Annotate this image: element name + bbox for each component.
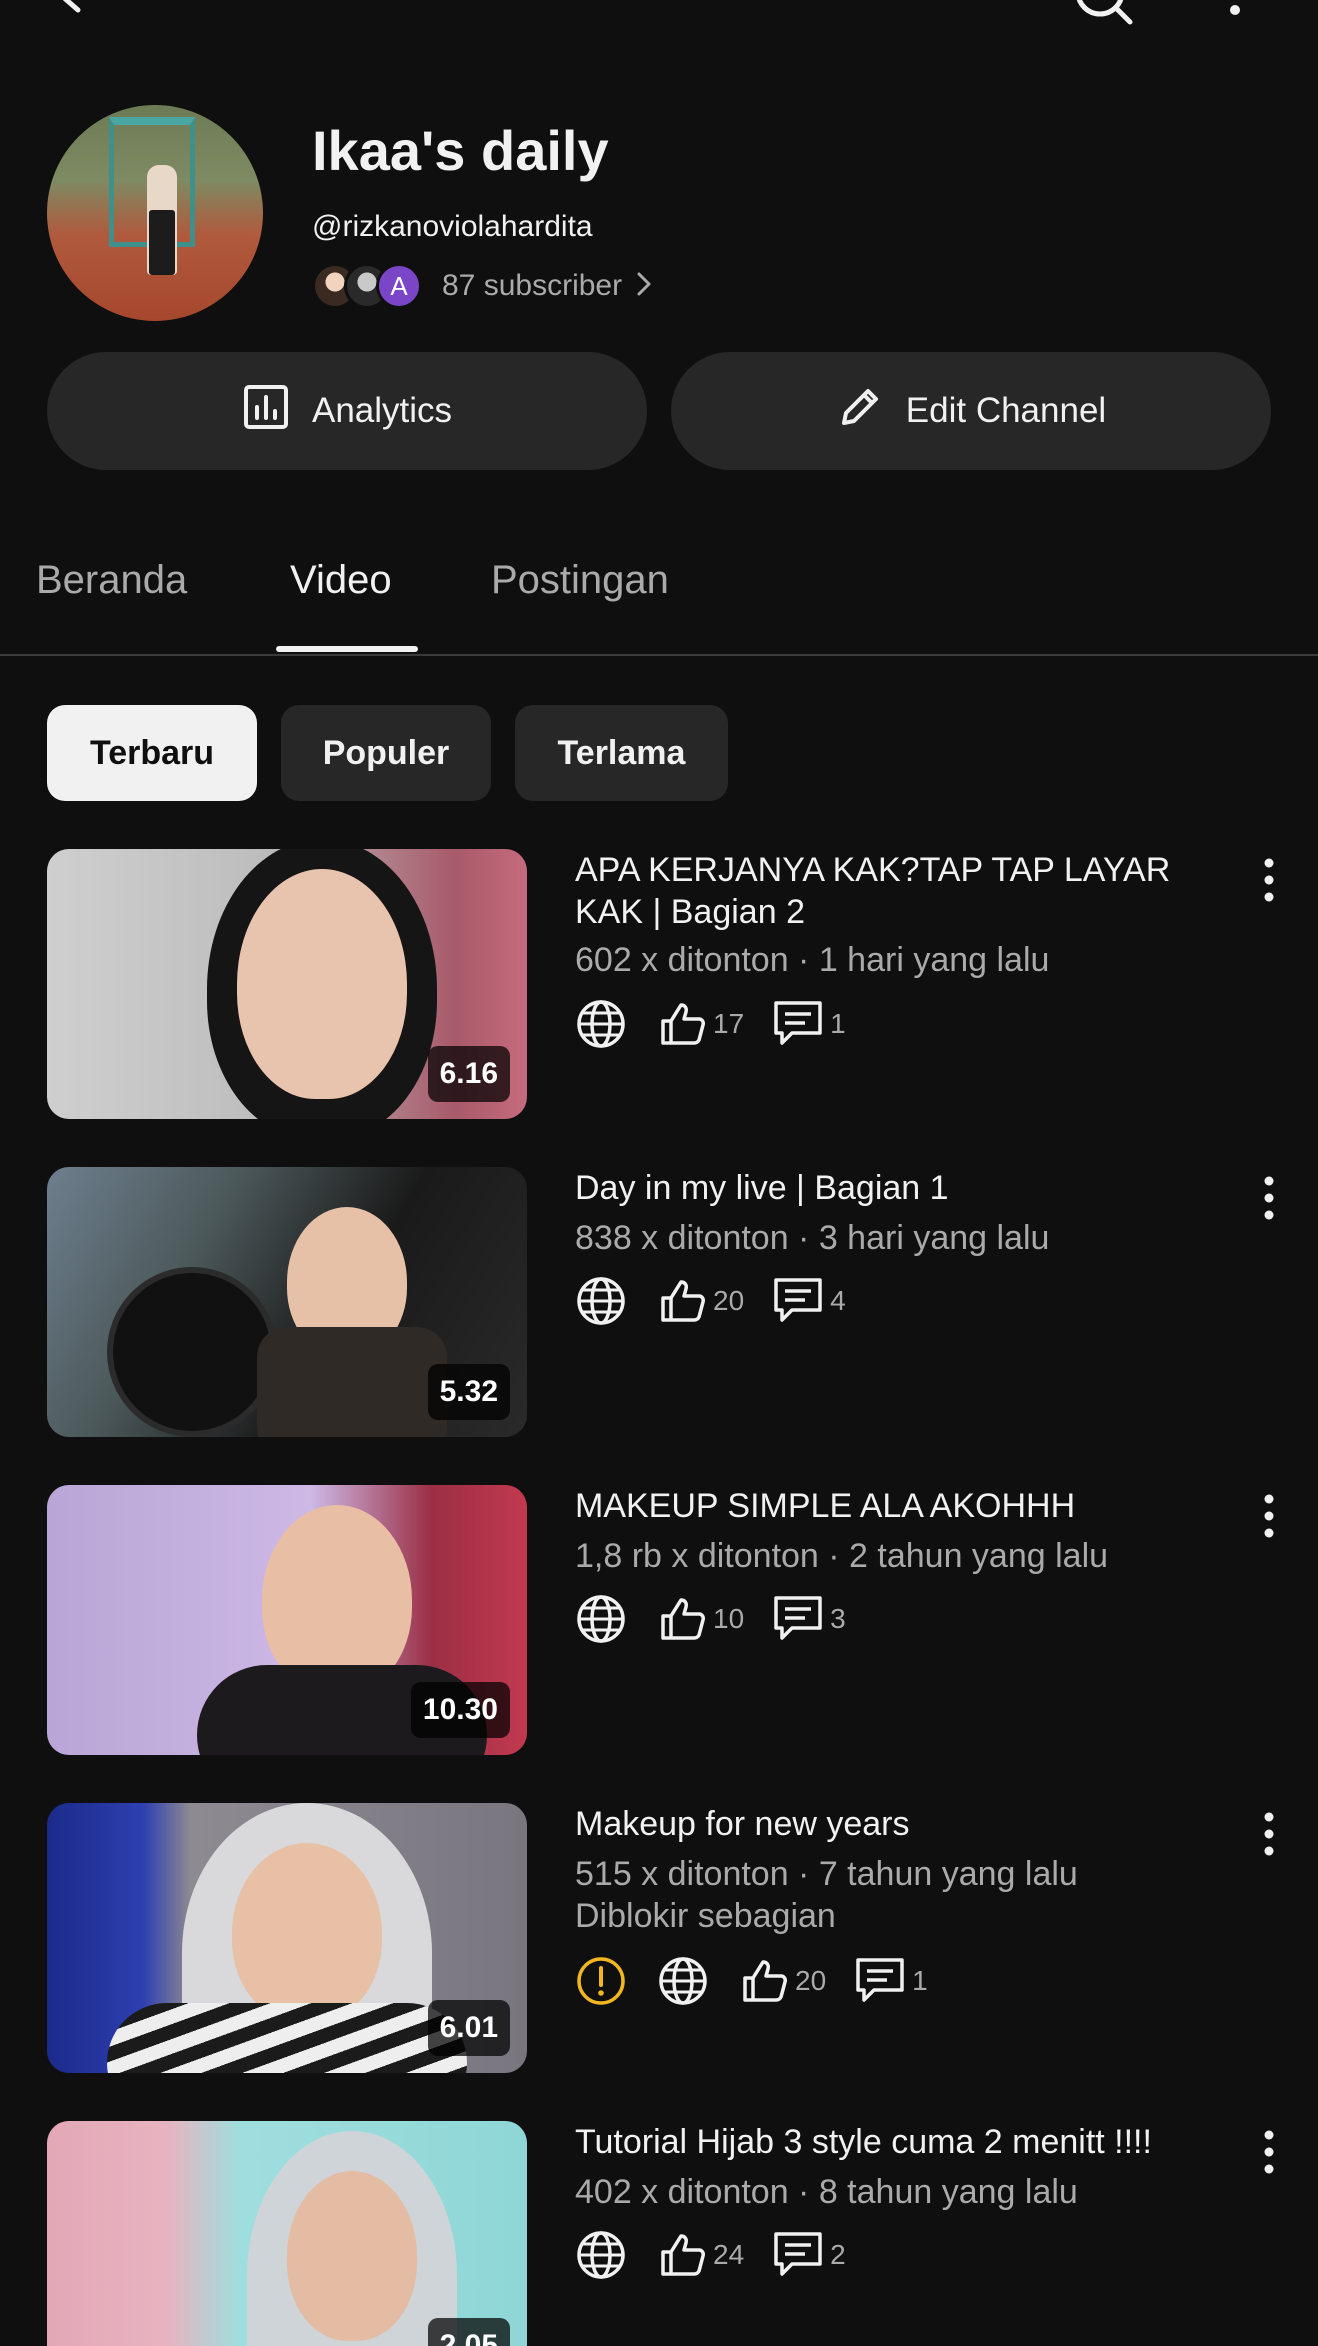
globe-icon xyxy=(575,2229,627,2281)
like-count: 24 xyxy=(713,2239,745,2270)
warning-circle-icon[interactable] xyxy=(575,1955,627,2007)
video-item[interactable]: 6.01 Makeup for new years 515 x ditonton… xyxy=(0,1803,1318,2073)
video-duration: 6.16 xyxy=(427,1046,510,1102)
channel-header: Ikaa's daily @rizkanoviolahardita A 87 s… xyxy=(0,100,1318,330)
thumbs-up-icon xyxy=(657,1276,707,1326)
pencil-icon xyxy=(836,383,906,440)
video-title: APA KERJANYA KAK?TAP TAP LAYAR KAK | Bag… xyxy=(575,851,1171,931)
globe-icon xyxy=(575,1593,627,1645)
video-item[interactable]: 6.16 APA KERJANYA KAK?TAP TAP LAYAR KAK … xyxy=(0,849,1318,1119)
more-vertical-icon[interactable] xyxy=(1254,1173,1284,1228)
top-app-bar xyxy=(0,0,1318,40)
video-stats: 20 1 xyxy=(575,1953,956,2009)
search-icon[interactable] xyxy=(1068,0,1138,31)
analytics-button[interactable]: Analytics xyxy=(47,352,647,470)
avatar-photo-person xyxy=(147,165,177,275)
video-meta: 1,8 rb x ditonton · 2 tahun yang lalu xyxy=(575,1537,1109,1575)
arrow-left-icon[interactable] xyxy=(50,0,90,21)
more-vertical-icon[interactable] xyxy=(1254,855,1284,910)
video-thumbnail[interactable]: 6.01 xyxy=(47,1803,527,2073)
comment-count: 1 xyxy=(830,1008,846,1039)
video-thumbnail[interactable]: 5.32 xyxy=(47,1167,527,1437)
chevron-right-icon xyxy=(636,271,652,302)
thumbs-up-icon xyxy=(657,999,707,1049)
video-thumbnail[interactable]: 6.16 xyxy=(47,849,527,1119)
video-thumbnail[interactable]: 2.05 xyxy=(47,2121,527,2346)
more-vertical-icon[interactable] xyxy=(1220,0,1250,25)
video-title: Tutorial Hijab 3 style cuma 2 menitt !!!… xyxy=(575,2123,1152,2161)
like-count: 17 xyxy=(713,1008,745,1039)
video-stats: 17 1 xyxy=(575,996,874,1052)
filter-chip-populer[interactable]: Populer xyxy=(281,705,491,801)
subscriber-count: 87 subscriber xyxy=(442,269,623,302)
comment-count: 3 xyxy=(830,1603,846,1634)
video-meta: 402 x ditonton · 8 tahun yang lalu xyxy=(575,2173,1078,2211)
video-meta: 602 x ditonton · 1 hari yang lalu xyxy=(575,941,1050,979)
video-duration: 2.05 xyxy=(427,2318,510,2346)
video-stats: 24 2 xyxy=(575,2227,874,2283)
edit-channel-button[interactable]: Edit Channel xyxy=(671,352,1271,470)
video-title: MAKEUP SIMPLE ALA AKOHHH xyxy=(575,1487,1076,1525)
filter-chip-terbaru[interactable]: Terbaru xyxy=(47,705,257,801)
video-title: Makeup for new years xyxy=(575,1805,910,1843)
globe-icon xyxy=(575,1275,627,1327)
comment-icon xyxy=(772,1276,824,1326)
thumbs-up-icon xyxy=(739,1956,789,2006)
more-vertical-icon[interactable] xyxy=(1254,2127,1284,2182)
comment-icon xyxy=(854,1956,906,2006)
thumbs-up-icon xyxy=(657,2230,707,2280)
channel-avatar[interactable] xyxy=(47,105,263,321)
channel-tabs: Beranda Video Postingan xyxy=(0,530,1318,656)
comment-count: 1 xyxy=(912,1965,928,1996)
analytics-label: Analytics xyxy=(311,391,453,430)
video-duration: 5.32 xyxy=(427,1364,510,1420)
comment-count: 4 xyxy=(830,1285,846,1316)
comment-icon xyxy=(772,999,824,1049)
channel-handle: @rizkanoviolahardita xyxy=(312,210,593,243)
like-count: 10 xyxy=(713,1603,745,1634)
more-vertical-icon[interactable] xyxy=(1254,1809,1284,1864)
video-meta: 838 x ditonton · 3 hari yang lalu xyxy=(575,1219,1050,1257)
globe-icon xyxy=(575,998,627,1050)
video-meta: 515 x ditonton · 7 tahun yang lalu xyxy=(575,1855,1078,1893)
active-tab-indicator xyxy=(276,646,418,652)
video-duration: 10.30 xyxy=(410,1682,510,1738)
thumbs-up-icon xyxy=(657,1594,707,1644)
video-thumbnail[interactable]: 10.30 xyxy=(47,1485,527,1755)
channel-title: Ikaa's daily xyxy=(312,119,609,182)
video-stats: 10 3 xyxy=(575,1591,874,1647)
tab-postingan[interactable]: Postingan xyxy=(491,558,669,603)
subscriber-row[interactable]: A 87 subscriber xyxy=(312,262,652,310)
comment-icon xyxy=(772,2230,824,2280)
tab-video[interactable]: Video xyxy=(290,558,392,603)
video-item[interactable]: 5.32 Day in my live | Bagian 1 838 x dit… xyxy=(0,1167,1318,1437)
video-title: Day in my live | Bagian 1 xyxy=(575,1169,949,1207)
like-count: 20 xyxy=(795,1965,827,1996)
globe-icon xyxy=(657,1955,709,2007)
video-restriction-status: Diblokir sebagian xyxy=(575,1897,836,1935)
like-count: 20 xyxy=(713,1285,745,1316)
edit-channel-label: Edit Channel xyxy=(905,391,1107,430)
video-item[interactable]: 2.05 Tutorial Hijab 3 style cuma 2 menit… xyxy=(0,2121,1318,2346)
filter-chip-terlama[interactable]: Terlama xyxy=(515,705,728,801)
more-vertical-icon[interactable] xyxy=(1254,1491,1284,1546)
tab-beranda[interactable]: Beranda xyxy=(36,558,187,603)
video-item[interactable]: 10.30 MAKEUP SIMPLE ALA AKOHHH 1,8 rb x … xyxy=(0,1485,1318,1755)
subscriber-avatar: A xyxy=(376,263,422,309)
comment-count: 2 xyxy=(830,2239,846,2270)
video-duration: 6.01 xyxy=(427,2000,510,2056)
bar-chart-icon xyxy=(242,383,312,440)
comment-icon xyxy=(772,1594,824,1644)
video-stats: 20 4 xyxy=(575,1273,874,1329)
